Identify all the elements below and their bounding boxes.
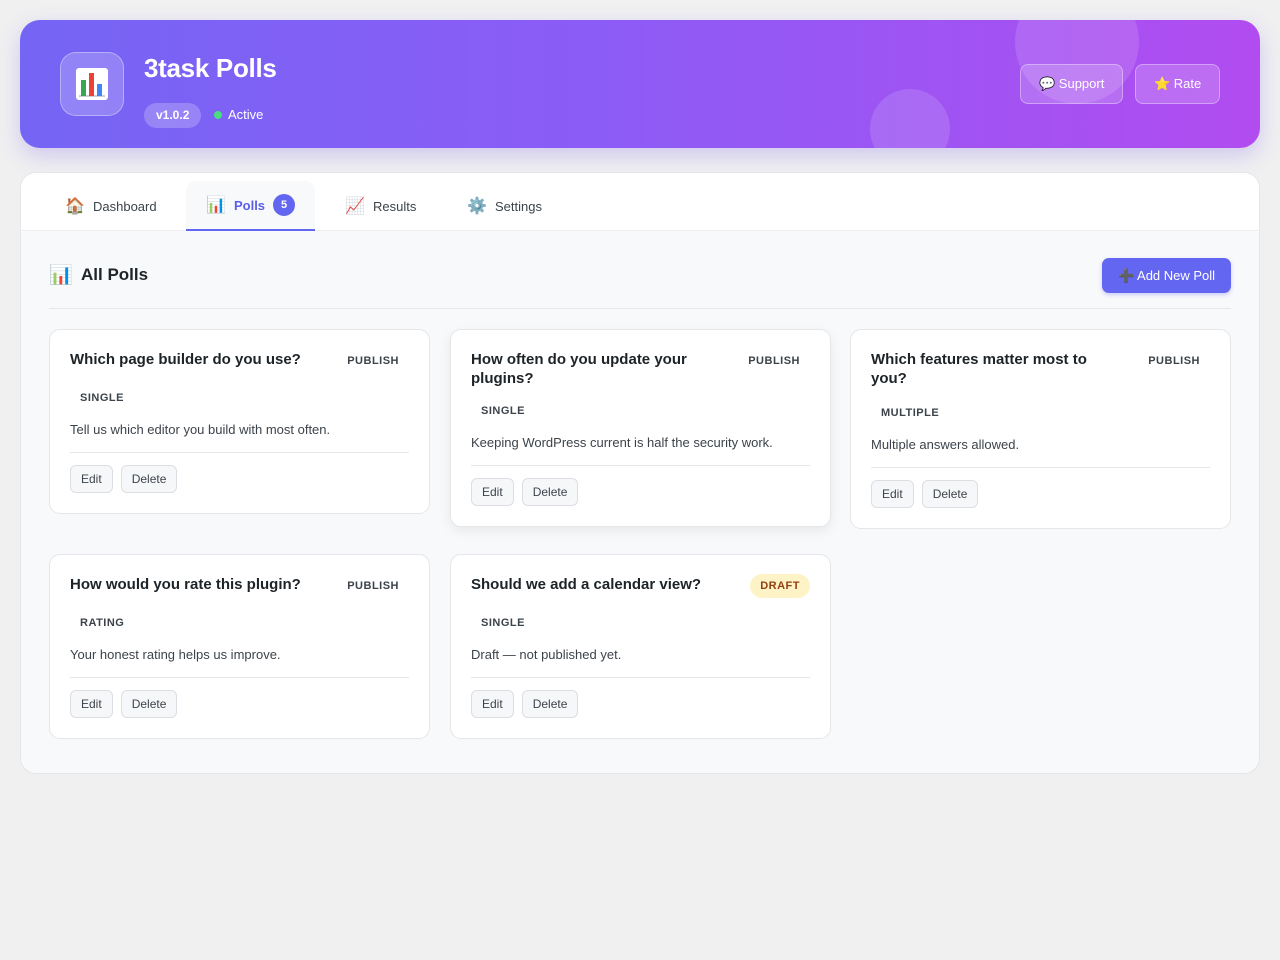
poll-title: How would you rate this plugin? — [70, 576, 301, 593]
status-label: Active — [228, 107, 264, 122]
delete-poll-button[interactable]: Delete — [120, 465, 178, 493]
poll-type-badge: SINGLE — [481, 617, 525, 629]
tab-label: Polls — [233, 197, 266, 213]
poll-status-badge: PUBLISH — [347, 355, 399, 367]
delete-poll-button[interactable]: Delete — [921, 480, 979, 508]
poll-status-badge: PUBLISH — [347, 580, 399, 592]
poll-title: Should we add a calendar view? — [471, 576, 702, 593]
poll-type-badge: MULTIPLE — [881, 407, 940, 419]
poll-card: Which page builder do you use? PUBLISH S… — [49, 329, 430, 514]
poll-title: Which page builder do you use? — [70, 351, 301, 368]
poll-type-badge: SINGLE — [80, 392, 124, 404]
poll-status-badge: DRAFT — [750, 574, 810, 598]
edit-poll-button[interactable]: Edit — [871, 480, 914, 508]
tab-label: Results — [373, 198, 417, 214]
poll-description: Draft — not published yet. — [471, 647, 622, 662]
gear-icon: ⚙️ — [467, 198, 487, 215]
delete-poll-button[interactable]: Delete — [521, 478, 579, 506]
poll-description: Keeping WordPress current is half the se… — [471, 435, 773, 450]
tab-polls[interactable]: 📊 Polls 5 — [186, 181, 315, 231]
poll-count-badge: 5 — [273, 194, 295, 216]
poll-card: Which features matter most to you? PUBLI… — [850, 329, 1231, 529]
home-icon: 🏠 — [65, 198, 85, 215]
poll-card: Should we add a calendar view? DRAFT SIN… — [450, 554, 831, 739]
tab-results[interactable]: 📈 Results — [325, 181, 436, 231]
app-title: 3task Polls — [144, 53, 277, 83]
status-dot-icon — [214, 110, 222, 119]
bar-chart-icon: 📊 — [206, 197, 226, 214]
edit-poll-button[interactable]: Edit — [70, 465, 113, 493]
version-badge: v1.0.2 — [144, 103, 202, 128]
poll-title: Which features matter most to you? — [871, 351, 1087, 387]
bar-chart-icon — [76, 68, 108, 100]
poll-card: How often do you update your plugins? PU… — [450, 329, 831, 527]
divider — [49, 308, 1231, 309]
status-indicator: Active — [214, 107, 263, 122]
poll-type-badge: SINGLE — [481, 405, 525, 417]
poll-description: Tell us which editor you build with most… — [70, 422, 331, 437]
edit-poll-button[interactable]: Edit — [70, 690, 113, 718]
poll-status-badge: PUBLISH — [1148, 355, 1200, 367]
trend-chart-icon: 📈 — [345, 198, 365, 215]
delete-poll-button[interactable]: Delete — [120, 690, 178, 718]
bar-chart-icon: 📊 — [49, 265, 73, 286]
edit-poll-button[interactable]: Edit — [471, 690, 514, 718]
rate-button[interactable]: ⭐ Rate — [1135, 64, 1221, 104]
poll-card: How would you rate this plugin? PUBLISH … — [49, 554, 430, 739]
tab-settings[interactable]: ⚙️ Settings — [447, 181, 562, 231]
poll-description: Your honest rating helps us improve. — [70, 647, 281, 662]
section-header: 📊 All Polls — [49, 259, 148, 291]
add-new-poll-button[interactable]: ➕ Add New Poll — [1102, 258, 1231, 293]
decorative-circle — [870, 89, 950, 148]
delete-poll-button[interactable]: Delete — [521, 690, 579, 718]
tab-bar: 🏠 Dashboard 📊 Polls 5 📈 Results ⚙️ Setti… — [21, 173, 1259, 231]
app-logo — [60, 52, 124, 116]
poll-description: Multiple answers allowed. — [871, 437, 1020, 452]
poll-title: How often do you update your plugins? — [471, 351, 687, 387]
tab-label: Dashboard — [93, 198, 157, 214]
edit-poll-button[interactable]: Edit — [471, 478, 514, 506]
support-button[interactable]: 💬 Support — [1020, 64, 1124, 104]
tab-label: Settings — [495, 198, 542, 214]
section-title: All Polls — [81, 265, 149, 284]
plugin-header: 3task Polls v1.0.2 Active 💬 Support ⭐ Ra… — [20, 20, 1260, 148]
poll-status-badge: PUBLISH — [748, 355, 800, 367]
main-panel: 🏠 Dashboard 📊 Polls 5 📈 Results ⚙️ Setti… — [20, 172, 1260, 774]
tab-dashboard[interactable]: 🏠 Dashboard — [45, 181, 177, 231]
poll-type-badge: RATING — [80, 617, 125, 629]
